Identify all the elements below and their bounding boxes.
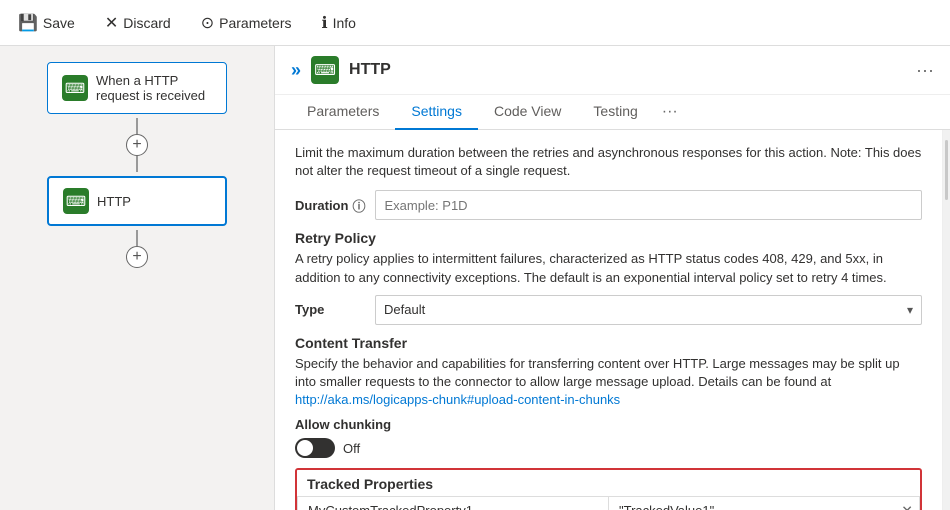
- chunking-toggle-row: Off: [295, 438, 922, 458]
- save-icon: 💾: [18, 13, 38, 33]
- panel-header: » ⌨ HTTP ···: [275, 46, 950, 95]
- tab-testing[interactable]: Testing: [577, 95, 653, 130]
- discard-button[interactable]: ✕ Discard: [99, 9, 177, 37]
- tracked-value-input[interactable]: [619, 503, 889, 510]
- tracked-properties-section: Tracked Properties ✕: [295, 468, 922, 510]
- chevron-down-icon: ▾: [907, 303, 913, 317]
- tab-settings[interactable]: Settings: [395, 95, 478, 130]
- left-panel: ⌨ When a HTTP request is received + ⌨ HT…: [0, 46, 275, 510]
- retry-type-label: Type: [295, 302, 365, 317]
- save-label: Save: [43, 15, 75, 31]
- trigger-node-icon: ⌨: [62, 75, 88, 101]
- connector-2: +: [126, 230, 148, 268]
- retry-policy-title: Retry Policy: [295, 230, 922, 246]
- toggle-knob: [297, 440, 313, 456]
- tab-parameters[interactable]: Parameters: [291, 95, 395, 130]
- scroll-thumb: [945, 140, 948, 200]
- expand-button[interactable]: »: [291, 60, 301, 81]
- chunk-link[interactable]: http://aka.ms/logicapps-chunk#upload-con…: [295, 392, 620, 407]
- settings-content: Limit the maximum duration between the r…: [275, 130, 942, 510]
- chunking-toggle[interactable]: [295, 438, 335, 458]
- tab-bar: Parameters Settings Code View Testing ··…: [275, 95, 950, 130]
- info-button[interactable]: ℹ Info: [315, 9, 361, 37]
- content-transfer-description: Specify the behavior and capabilities fo…: [295, 355, 922, 410]
- save-button[interactable]: 💾 Save: [12, 9, 81, 37]
- connector-1: +: [126, 118, 148, 172]
- add-step-2[interactable]: +: [126, 246, 148, 268]
- duration-info-icon[interactable]: ⓘ: [352, 196, 365, 215]
- content-transfer-title: Content Transfer: [295, 335, 922, 351]
- duration-row: Duration ⓘ: [295, 190, 922, 220]
- main-layout: ⌨ When a HTTP request is received + ⌨ HT…: [0, 46, 950, 510]
- scrollbar[interactable]: [942, 130, 950, 510]
- trigger-node-label: When a HTTP request is received: [96, 73, 212, 103]
- retry-type-row: Type Default ▾: [295, 295, 922, 325]
- parameters-label: Parameters: [219, 15, 291, 31]
- panel-header-icon: ⌨: [311, 56, 339, 84]
- tracked-key-cell: [298, 497, 609, 510]
- http-node-icon: ⌨: [63, 188, 89, 214]
- toggle-state-label: Off: [343, 441, 360, 456]
- retry-type-select[interactable]: Default ▾: [375, 295, 922, 325]
- parameters-button[interactable]: ⊙ Parameters: [195, 9, 298, 37]
- table-row: ✕: [298, 497, 920, 510]
- http-node-label: HTTP: [97, 194, 131, 209]
- panel-options-button[interactable]: ···: [916, 60, 934, 81]
- tracked-value-cell: ✕: [609, 497, 920, 510]
- duration-input[interactable]: [375, 190, 922, 220]
- trigger-node[interactable]: ⌨ When a HTTP request is received: [47, 62, 227, 114]
- discard-label: Discard: [123, 15, 170, 31]
- tracked-properties-table: ✕ Key Value: [297, 496, 920, 510]
- tracked-properties-title: Tracked Properties: [297, 470, 920, 496]
- add-step-1[interactable]: +: [126, 134, 148, 156]
- parameters-icon: ⊙: [201, 13, 214, 33]
- discard-icon: ✕: [105, 13, 118, 33]
- delete-tracked-button[interactable]: ✕: [901, 502, 913, 510]
- duration-label: Duration ⓘ: [295, 196, 365, 215]
- right-panel: » ⌨ HTTP ··· Parameters Settings Code Vi…: [275, 46, 950, 510]
- info-label: Info: [333, 15, 356, 31]
- duration-description: Limit the maximum duration between the r…: [295, 144, 922, 180]
- allow-chunking-label: Allow chunking: [295, 417, 922, 432]
- retry-type-value: Default: [384, 302, 425, 317]
- http-node[interactable]: ⌨ HTTP: [47, 176, 227, 226]
- tracked-key-input[interactable]: [308, 503, 598, 510]
- tab-code-view[interactable]: Code View: [478, 95, 577, 130]
- retry-policy-description: A retry policy applies to intermittent f…: [295, 250, 922, 286]
- panel-header-title: HTTP: [349, 61, 906, 79]
- toolbar: 💾 Save ✕ Discard ⊙ Parameters ℹ Info: [0, 0, 950, 46]
- info-icon: ℹ: [321, 13, 327, 33]
- tab-more-button[interactable]: ···: [654, 95, 686, 129]
